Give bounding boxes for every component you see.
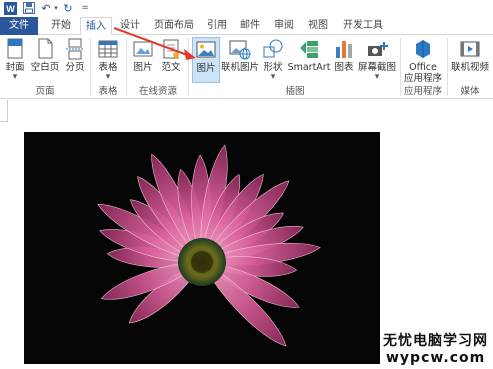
template-label: 范文 bbox=[161, 62, 181, 73]
chart-icon bbox=[333, 38, 355, 60]
office-apps-label: Office bbox=[409, 62, 437, 73]
undo-dropdown-icon[interactable]: ▾ bbox=[52, 1, 60, 15]
online-video-icon bbox=[459, 38, 481, 60]
tab-view[interactable]: 视图 bbox=[302, 17, 334, 35]
inserted-flower-picture[interactable] bbox=[24, 132, 380, 364]
document-area[interactable]: 无忧电脑学习网 wypcw.com bbox=[0, 100, 493, 369]
template-icon bbox=[160, 38, 182, 60]
picture-icon bbox=[132, 38, 154, 60]
svg-text:W: W bbox=[6, 4, 15, 14]
shapes-dropdown-icon: ▾ bbox=[270, 72, 276, 82]
ribbon-tabs: 文件 开始 插入 设计 页面布局 引用 邮件 审阅 视图 开发工具 bbox=[0, 17, 493, 36]
tab-page-layout[interactable]: 页面布局 bbox=[148, 17, 200, 35]
group-separator bbox=[188, 38, 189, 96]
online-resource-picture-label: 图片 bbox=[133, 62, 153, 73]
quick-access-toolbar: W ↶ ▾ ↻ = bbox=[0, 0, 493, 17]
table-icon bbox=[97, 38, 119, 60]
group-tables-label: 表格 bbox=[98, 86, 118, 97]
group-illustrations-label: 插图 bbox=[285, 86, 305, 97]
blank-page-button[interactable]: 空白页 bbox=[29, 37, 61, 83]
smartart-button[interactable]: SmartArt bbox=[287, 37, 331, 83]
office-apps-sub-label: 应用程序 bbox=[403, 73, 442, 84]
group-pages-label: 页面 bbox=[35, 86, 55, 97]
smartart-label: SmartArt bbox=[287, 62, 331, 73]
tab-design[interactable]: 设计 bbox=[114, 17, 146, 35]
tab-references[interactable]: 引用 bbox=[201, 17, 233, 35]
table-button[interactable]: 表格 ▾ bbox=[94, 37, 122, 83]
shapes-button[interactable]: 形状 ▾ bbox=[260, 37, 286, 83]
group-separator bbox=[126, 38, 127, 96]
table-dropdown-icon: ▾ bbox=[105, 72, 111, 82]
page-break-icon bbox=[64, 38, 86, 60]
tab-insert[interactable]: 插入 bbox=[80, 17, 112, 36]
blank-page-icon bbox=[34, 38, 56, 60]
tab-developer[interactable]: 开发工具 bbox=[336, 17, 390, 35]
online-video-button[interactable]: 联机视频 bbox=[449, 37, 491, 83]
screenshot-icon bbox=[366, 38, 388, 60]
screenshot-button[interactable]: 屏幕截图 ▾ bbox=[357, 37, 397, 83]
page-break-label: 分页 bbox=[65, 62, 85, 73]
cover-page-icon bbox=[4, 38, 26, 60]
picture-icon bbox=[195, 39, 217, 61]
online-picture-icon bbox=[229, 38, 251, 60]
chart-label: 图表 bbox=[334, 62, 354, 73]
blank-page-label: 空白页 bbox=[30, 62, 60, 73]
ribbon-insert: 封面 ▾ 空白页 分页 页面 表格 ▾ 表格 图片 范文 在线资源 图片 联机图… bbox=[0, 35, 493, 99]
tab-review[interactable]: 审阅 bbox=[268, 17, 300, 35]
tab-mailings[interactable]: 邮件 bbox=[234, 17, 266, 35]
group-online-resources-label: 在线资源 bbox=[138, 86, 177, 97]
cover-page-dropdown-icon: ▾ bbox=[12, 72, 18, 82]
office-apps-button[interactable]: Office 应用程序 bbox=[402, 37, 444, 84]
group-apps-label: 应用程序 bbox=[403, 86, 442, 97]
cover-page-button[interactable]: 封面 ▾ bbox=[2, 37, 28, 83]
smartart-icon bbox=[298, 38, 320, 60]
group-media-label: 媒体 bbox=[460, 86, 480, 97]
online-picture-button[interactable]: 联机图片 bbox=[221, 37, 259, 83]
undo-icon[interactable]: ↶ bbox=[40, 1, 52, 15]
picture-label: 图片 bbox=[196, 63, 216, 74]
online-video-label: 联机视频 bbox=[450, 62, 489, 73]
template-button[interactable]: 范文 bbox=[158, 37, 184, 83]
chart-button[interactable]: 图表 bbox=[332, 37, 356, 83]
screenshot-dropdown-icon: ▾ bbox=[374, 72, 380, 82]
online-picture-label: 联机图片 bbox=[221, 62, 260, 73]
margin-marker bbox=[0, 100, 8, 122]
watermark-url: wypcw.com bbox=[386, 350, 486, 366]
redo-icon[interactable]: ↻ bbox=[62, 1, 74, 15]
office-store-icon bbox=[412, 38, 434, 60]
online-resource-picture-button[interactable]: 图片 bbox=[130, 37, 156, 83]
page-break-button[interactable]: 分页 bbox=[62, 37, 88, 83]
customize-toolbar-icon[interactable]: = bbox=[80, 1, 90, 15]
group-separator bbox=[447, 38, 448, 96]
watermark-title: 无忧电脑学习网 bbox=[383, 333, 488, 349]
word-logo-icon: W bbox=[3, 1, 17, 15]
picture-button[interactable]: 图片 bbox=[192, 37, 220, 83]
tab-home[interactable]: 开始 bbox=[44, 17, 78, 35]
group-separator bbox=[90, 38, 91, 96]
tab-file[interactable]: 文件 bbox=[0, 17, 38, 35]
save-icon[interactable] bbox=[22, 1, 36, 15]
shapes-icon bbox=[262, 38, 284, 60]
